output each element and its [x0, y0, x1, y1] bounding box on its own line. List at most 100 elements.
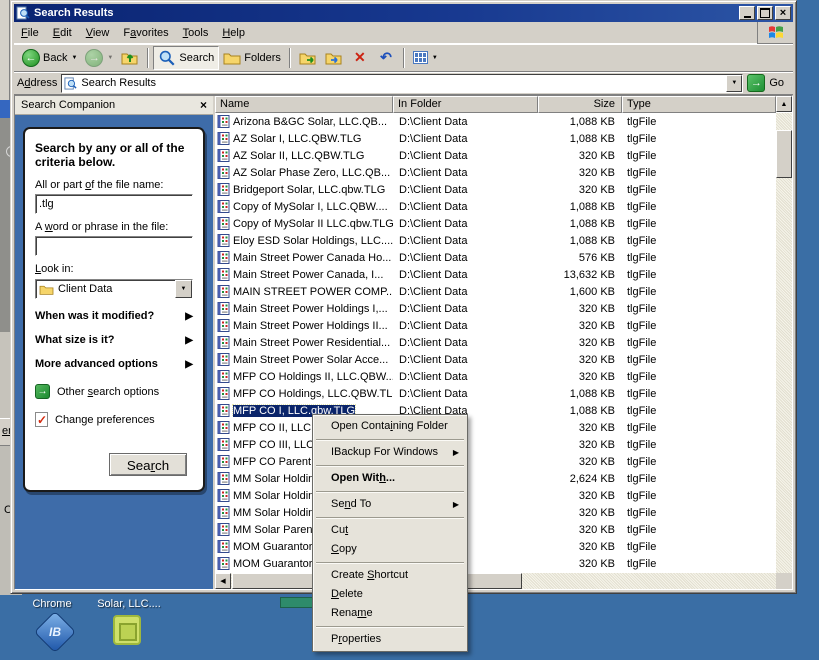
table-row[interactable]: AZ Solar II, LLC.QBW.TLG D:\Client Data …	[215, 147, 776, 164]
scroll-up-icon[interactable]: ▲	[776, 96, 792, 112]
table-row[interactable]: Main Street Power Holdings I,... D:\Clie…	[215, 300, 776, 317]
table-row[interactable]: AZ Solar I, LLC.QBW.TLG D:\Client Data 1…	[215, 130, 776, 147]
ibackup-desktop-icon[interactable]: IB	[34, 611, 76, 653]
context-menu-item-open-containing-folder[interactable]: Open Containing Folder	[314, 417, 466, 436]
companion-search-button[interactable]: Search	[109, 453, 187, 476]
context-menu-item-ibackup-for-windows[interactable]: IBackup For Windows▶	[314, 443, 466, 462]
folders-label: Folders	[244, 52, 281, 64]
phrase-input[interactable]	[35, 236, 193, 256]
folder-icon	[39, 283, 54, 296]
table-row[interactable]: Copy of MySolar II LLC.qbw.TLG D:\Client…	[215, 215, 776, 232]
column-header-name[interactable]: Name	[215, 96, 393, 113]
question-1[interactable]: When was it modified?▶	[35, 310, 193, 323]
maximize-button[interactable]	[757, 6, 773, 20]
file-type: tlgFile	[622, 252, 776, 264]
table-row[interactable]: Arizona B&GC Solar, LLC.QB... D:\Client …	[215, 113, 776, 130]
table-row[interactable]: MFP CO Holdings II, LLC.QBW... D:\Client…	[215, 368, 776, 385]
look-in-value: Client Data	[58, 283, 112, 295]
context-menu-item-create-shortcut[interactable]: Create Shortcut	[314, 566, 466, 585]
undo-button[interactable]: ↷	[373, 46, 399, 70]
copy-to-button[interactable]	[321, 46, 347, 70]
table-row[interactable]: Eloy ESD Solar Holdings, LLC.... D:\Clie…	[215, 232, 776, 249]
file-name-input[interactable]	[35, 194, 193, 214]
file-name: MFP CO III, LLC	[233, 439, 314, 451]
table-row[interactable]: MFP CO III, LLC D:\Client Data 320 KB tl…	[215, 436, 776, 453]
address-dropdown-button[interactable]: ▼	[726, 75, 742, 92]
table-row[interactable]: MM Solar Holdin D:\Client Data 320 KB tl…	[215, 504, 776, 521]
other-search-options[interactable]: →Other search options	[35, 384, 193, 399]
column-header-in-folder[interactable]: In Folder	[393, 96, 538, 113]
change-preferences[interactable]: Change preferences	[35, 412, 193, 427]
title-bar[interactable]: Search Results ×	[14, 4, 793, 22]
scroll-left-icon[interactable]: ◀	[215, 573, 231, 589]
tlg-file-icon	[217, 557, 230, 570]
views-button[interactable]: ▼	[409, 46, 442, 70]
menu-edit[interactable]: Edit	[46, 25, 79, 41]
question-2[interactable]: What size is it?▶	[35, 334, 193, 347]
context-menu-item-cut[interactable]: Cut	[314, 521, 466, 540]
desktop-icon-label-solar[interactable]: Solar, LLC....	[92, 598, 166, 610]
column-header-type[interactable]: Type	[622, 96, 776, 113]
context-menu-item-rename[interactable]: Rename	[314, 604, 466, 623]
desktop-icon-label-chrome[interactable]: Chrome	[30, 598, 74, 610]
table-row[interactable]: MAIN STREET POWER COMP... D:\Client Data…	[215, 283, 776, 300]
table-row[interactable]: AZ Solar Phase Zero, LLC.QB... D:\Client…	[215, 164, 776, 181]
table-row[interactable]: MFP CO Parent, D:\Client Data 320 KB tlg…	[215, 453, 776, 470]
table-row[interactable]: MOM Guarantor D:\Client Data 320 KB tlgF…	[215, 538, 776, 555]
table-row[interactable]: MOM Guarantor D:\Client Data 320 KB tlgF…	[215, 555, 776, 572]
move-to-button[interactable]	[295, 46, 321, 70]
look-in-combo[interactable]: Client Data ▼	[35, 279, 193, 299]
menu-view[interactable]: View	[79, 25, 117, 41]
table-row[interactable]: Main Street Power Canada, I... D:\Client…	[215, 266, 776, 283]
context-menu-item-open-with[interactable]: Open With...	[314, 469, 466, 488]
horizontal-scrollbar[interactable]	[215, 573, 776, 589]
context-menu-item-copy[interactable]: Copy	[314, 540, 466, 559]
address-label: Address	[17, 77, 57, 89]
go-button[interactable]: → Go	[747, 74, 790, 92]
look-in-dropdown-button[interactable]: ▼	[175, 280, 192, 298]
table-row[interactable]: Bridgeport Solar, LLC.qbw.TLG D:\Client …	[215, 181, 776, 198]
forward-button[interactable]: → ▼	[81, 46, 117, 70]
table-row[interactable]: Main Street Power Residential... D:\Clie…	[215, 334, 776, 351]
table-row[interactable]: MFP CO II, LLC. D:\Client Data 320 KB tl…	[215, 419, 776, 436]
column-header-size[interactable]: Size	[538, 96, 622, 113]
vertical-scrollbar[interactable]	[776, 113, 792, 573]
quickbooks-desktop-icon[interactable]	[113, 615, 141, 645]
menu-separator	[316, 465, 464, 466]
file-rows: Arizona B&GC Solar, LLC.QB... D:\Client …	[215, 113, 776, 573]
context-menu-item-send-to[interactable]: Send To▶	[314, 495, 466, 514]
vertical-scrollbar-thumb[interactable]	[776, 130, 792, 178]
table-row[interactable]: MM Solar Parent D:\Client Data 320 KB tl…	[215, 521, 776, 538]
undo-icon: ↷	[377, 49, 395, 67]
table-row[interactable]: Main Street Power Solar Acce... D:\Clien…	[215, 351, 776, 368]
companion-close-icon[interactable]: ×	[200, 98, 207, 112]
close-button[interactable]: ×	[775, 6, 791, 20]
context-menu-item-delete[interactable]: Delete	[314, 585, 466, 604]
up-button[interactable]	[117, 46, 143, 70]
address-combo[interactable]: Search Results ▼	[61, 74, 743, 93]
minimize-button[interactable]	[739, 6, 755, 20]
folders-button[interactable]: Folders	[219, 46, 285, 70]
menu-favorites[interactable]: Favorites	[116, 25, 175, 41]
back-dropdown-caret[interactable]: ▼	[71, 55, 77, 61]
tlg-file-icon	[217, 302, 230, 315]
file-size: 576 KB	[538, 252, 622, 264]
table-row[interactable]: Copy of MySolar I, LLC.QBW.... D:\Client…	[215, 198, 776, 215]
context-menu-item-properties[interactable]: Properties	[314, 630, 466, 649]
tlg-file-icon	[217, 370, 230, 383]
question-3[interactable]: More advanced options▶	[35, 358, 193, 371]
table-row[interactable]: MFP CO I, LLC.qbw.TLG D:\Client Data 1,0…	[215, 402, 776, 419]
table-row[interactable]: MM Solar Holdin D:\Client Data 320 KB tl…	[215, 487, 776, 504]
table-row[interactable]: MFP CO Holdings, LLC.QBW.TLG D:\Client D…	[215, 385, 776, 402]
menu-help[interactable]: Help	[215, 25, 252, 41]
menu-file[interactable]: File	[14, 25, 46, 41]
table-row[interactable]: Main Street Power Holdings II... D:\Clie…	[215, 317, 776, 334]
menu-tools[interactable]: Tools	[176, 25, 216, 41]
delete-button[interactable]: ✕	[347, 46, 373, 70]
tlg-file-icon	[217, 268, 230, 281]
table-row[interactable]: Main Street Power Canada Ho... D:\Client…	[215, 249, 776, 266]
file-type: tlgFile	[622, 150, 776, 162]
table-row[interactable]: MM Solar Holdin D:\Client Data 2,624 KB …	[215, 470, 776, 487]
back-button[interactable]: ← Back ▼	[18, 46, 81, 70]
search-button[interactable]: Search	[153, 46, 219, 70]
